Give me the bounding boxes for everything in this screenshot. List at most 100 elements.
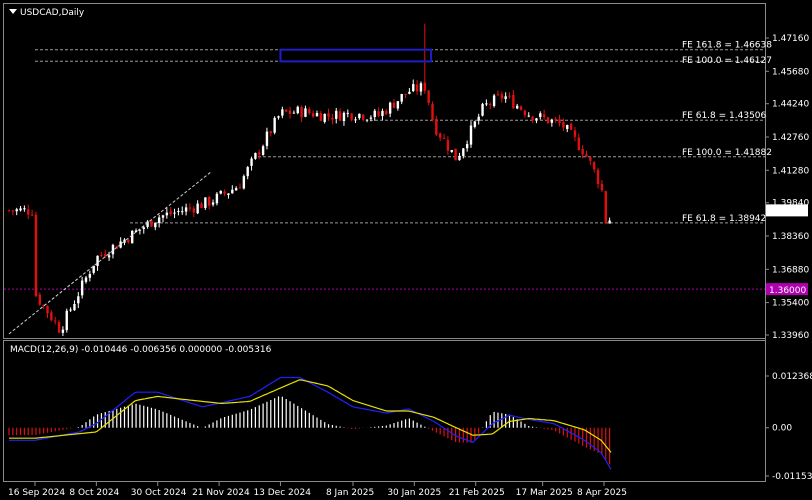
candle-body (323, 113, 326, 122)
candle-body (346, 112, 349, 114)
macd-title: MACD(12,26,9) -0.010446 -0.006356 0.0000… (10, 345, 272, 355)
candle-body (211, 202, 215, 205)
candle-body (177, 210, 180, 212)
candle-body (131, 230, 134, 244)
candle-body (342, 112, 346, 122)
time-tick-label: 13 Dec 2024 (253, 488, 311, 498)
candle-body (254, 152, 257, 159)
candle-body (100, 254, 103, 256)
candle-body (485, 103, 488, 105)
candle-body (469, 125, 473, 145)
candle-body (215, 193, 219, 204)
time-tick-label: 16 Sep 2024 (8, 488, 65, 498)
candle-body (496, 94, 500, 96)
candle-body (392, 102, 396, 108)
candle-body (327, 113, 330, 117)
candle-body (593, 162, 596, 170)
candle-body (412, 84, 415, 92)
current-price-label: 1.39499 (769, 207, 806, 217)
candle-body (265, 131, 269, 146)
candle-body (238, 187, 242, 189)
candle-body (61, 329, 65, 333)
candle-body (127, 239, 130, 243)
fibonacci-label: FE 161.8 = 1.46638 (682, 41, 772, 51)
candle-body (173, 212, 176, 214)
candle-body (154, 222, 157, 228)
price-tick-label: 1.39840 (772, 199, 809, 209)
fibonacci-label: FE 61.8 = 1.43506 (682, 111, 767, 121)
candle-body (88, 274, 92, 278)
candle-body (77, 296, 80, 304)
candle-body (223, 191, 226, 194)
candle-body (350, 113, 353, 120)
price-tick-label: 1.44240 (772, 100, 809, 110)
time-tick-label: 8 Oct 2024 (69, 488, 119, 498)
candle-body (519, 106, 523, 110)
candle-body (269, 131, 272, 133)
candle-body (311, 113, 315, 117)
fibonacci-label: FE 100.0 = 1.46127 (682, 56, 772, 66)
candle-body (377, 111, 380, 116)
candle-body (184, 207, 188, 212)
price-tick-label: 1.38360 (772, 232, 809, 242)
candle-body (550, 119, 554, 123)
candle-body (408, 91, 411, 94)
candle-body (566, 125, 569, 129)
price-tick-label: 1.41280 (772, 166, 809, 176)
macd-tick-label: 0.012368 (772, 372, 812, 382)
candle-body (165, 212, 169, 216)
candle-body (30, 214, 34, 216)
time-tick-label: 21 Nov 2024 (192, 488, 250, 498)
candle-body (219, 190, 222, 194)
candle-body (331, 117, 334, 120)
candle-body (531, 116, 534, 121)
candle-body (227, 193, 230, 195)
time-tick-label: 21 Feb 2025 (449, 488, 505, 498)
candle-body (589, 157, 592, 161)
chart-root: USDCAD,Daily FE 161.8 = 1.46638 FE 100.0 … (0, 0, 812, 500)
candle-body (554, 118, 557, 121)
candle-body (196, 203, 199, 214)
candle-body (200, 203, 203, 209)
candle-body (150, 220, 153, 227)
candle-body (523, 110, 527, 116)
candle-body (504, 96, 507, 100)
candle-body (192, 208, 195, 213)
candle-body (473, 121, 477, 127)
candle-body (481, 103, 484, 116)
time-tick-label: 8 Apr 2025 (577, 488, 627, 498)
candle-body (542, 114, 546, 118)
candle-body (27, 209, 30, 215)
candle-body (419, 83, 423, 92)
time-tick-label: 30 Jan 2025 (387, 488, 441, 498)
price-tick-label: 1.36880 (772, 265, 809, 275)
candle-body (188, 207, 192, 209)
fibonacci-label: FE 61.8 = 1.38942 (682, 214, 766, 224)
candle-body (562, 122, 565, 128)
candle-body (73, 304, 76, 311)
candle-body (396, 101, 400, 109)
candle-body (458, 155, 461, 161)
candle-body (365, 119, 369, 121)
candle-body (400, 94, 403, 102)
candle-body (208, 196, 211, 206)
candle-body (354, 119, 357, 121)
candle-body (388, 102, 392, 114)
candle-body (600, 183, 604, 191)
candle-body (292, 112, 296, 114)
candle-body (442, 137, 446, 139)
candle-body (454, 148, 457, 161)
candle-body (111, 244, 115, 255)
candle-body (581, 149, 584, 155)
candle-body (338, 111, 342, 121)
candle-body (435, 118, 438, 135)
candle-body (54, 320, 57, 322)
candle-body (69, 309, 72, 311)
candle-body (500, 94, 503, 99)
candle-body (465, 144, 469, 149)
candle-body (373, 110, 376, 118)
macd-tick-label: -0.011532 (772, 472, 812, 482)
candle-body (539, 113, 542, 118)
candle-body (250, 158, 253, 166)
candle-body (204, 197, 207, 208)
